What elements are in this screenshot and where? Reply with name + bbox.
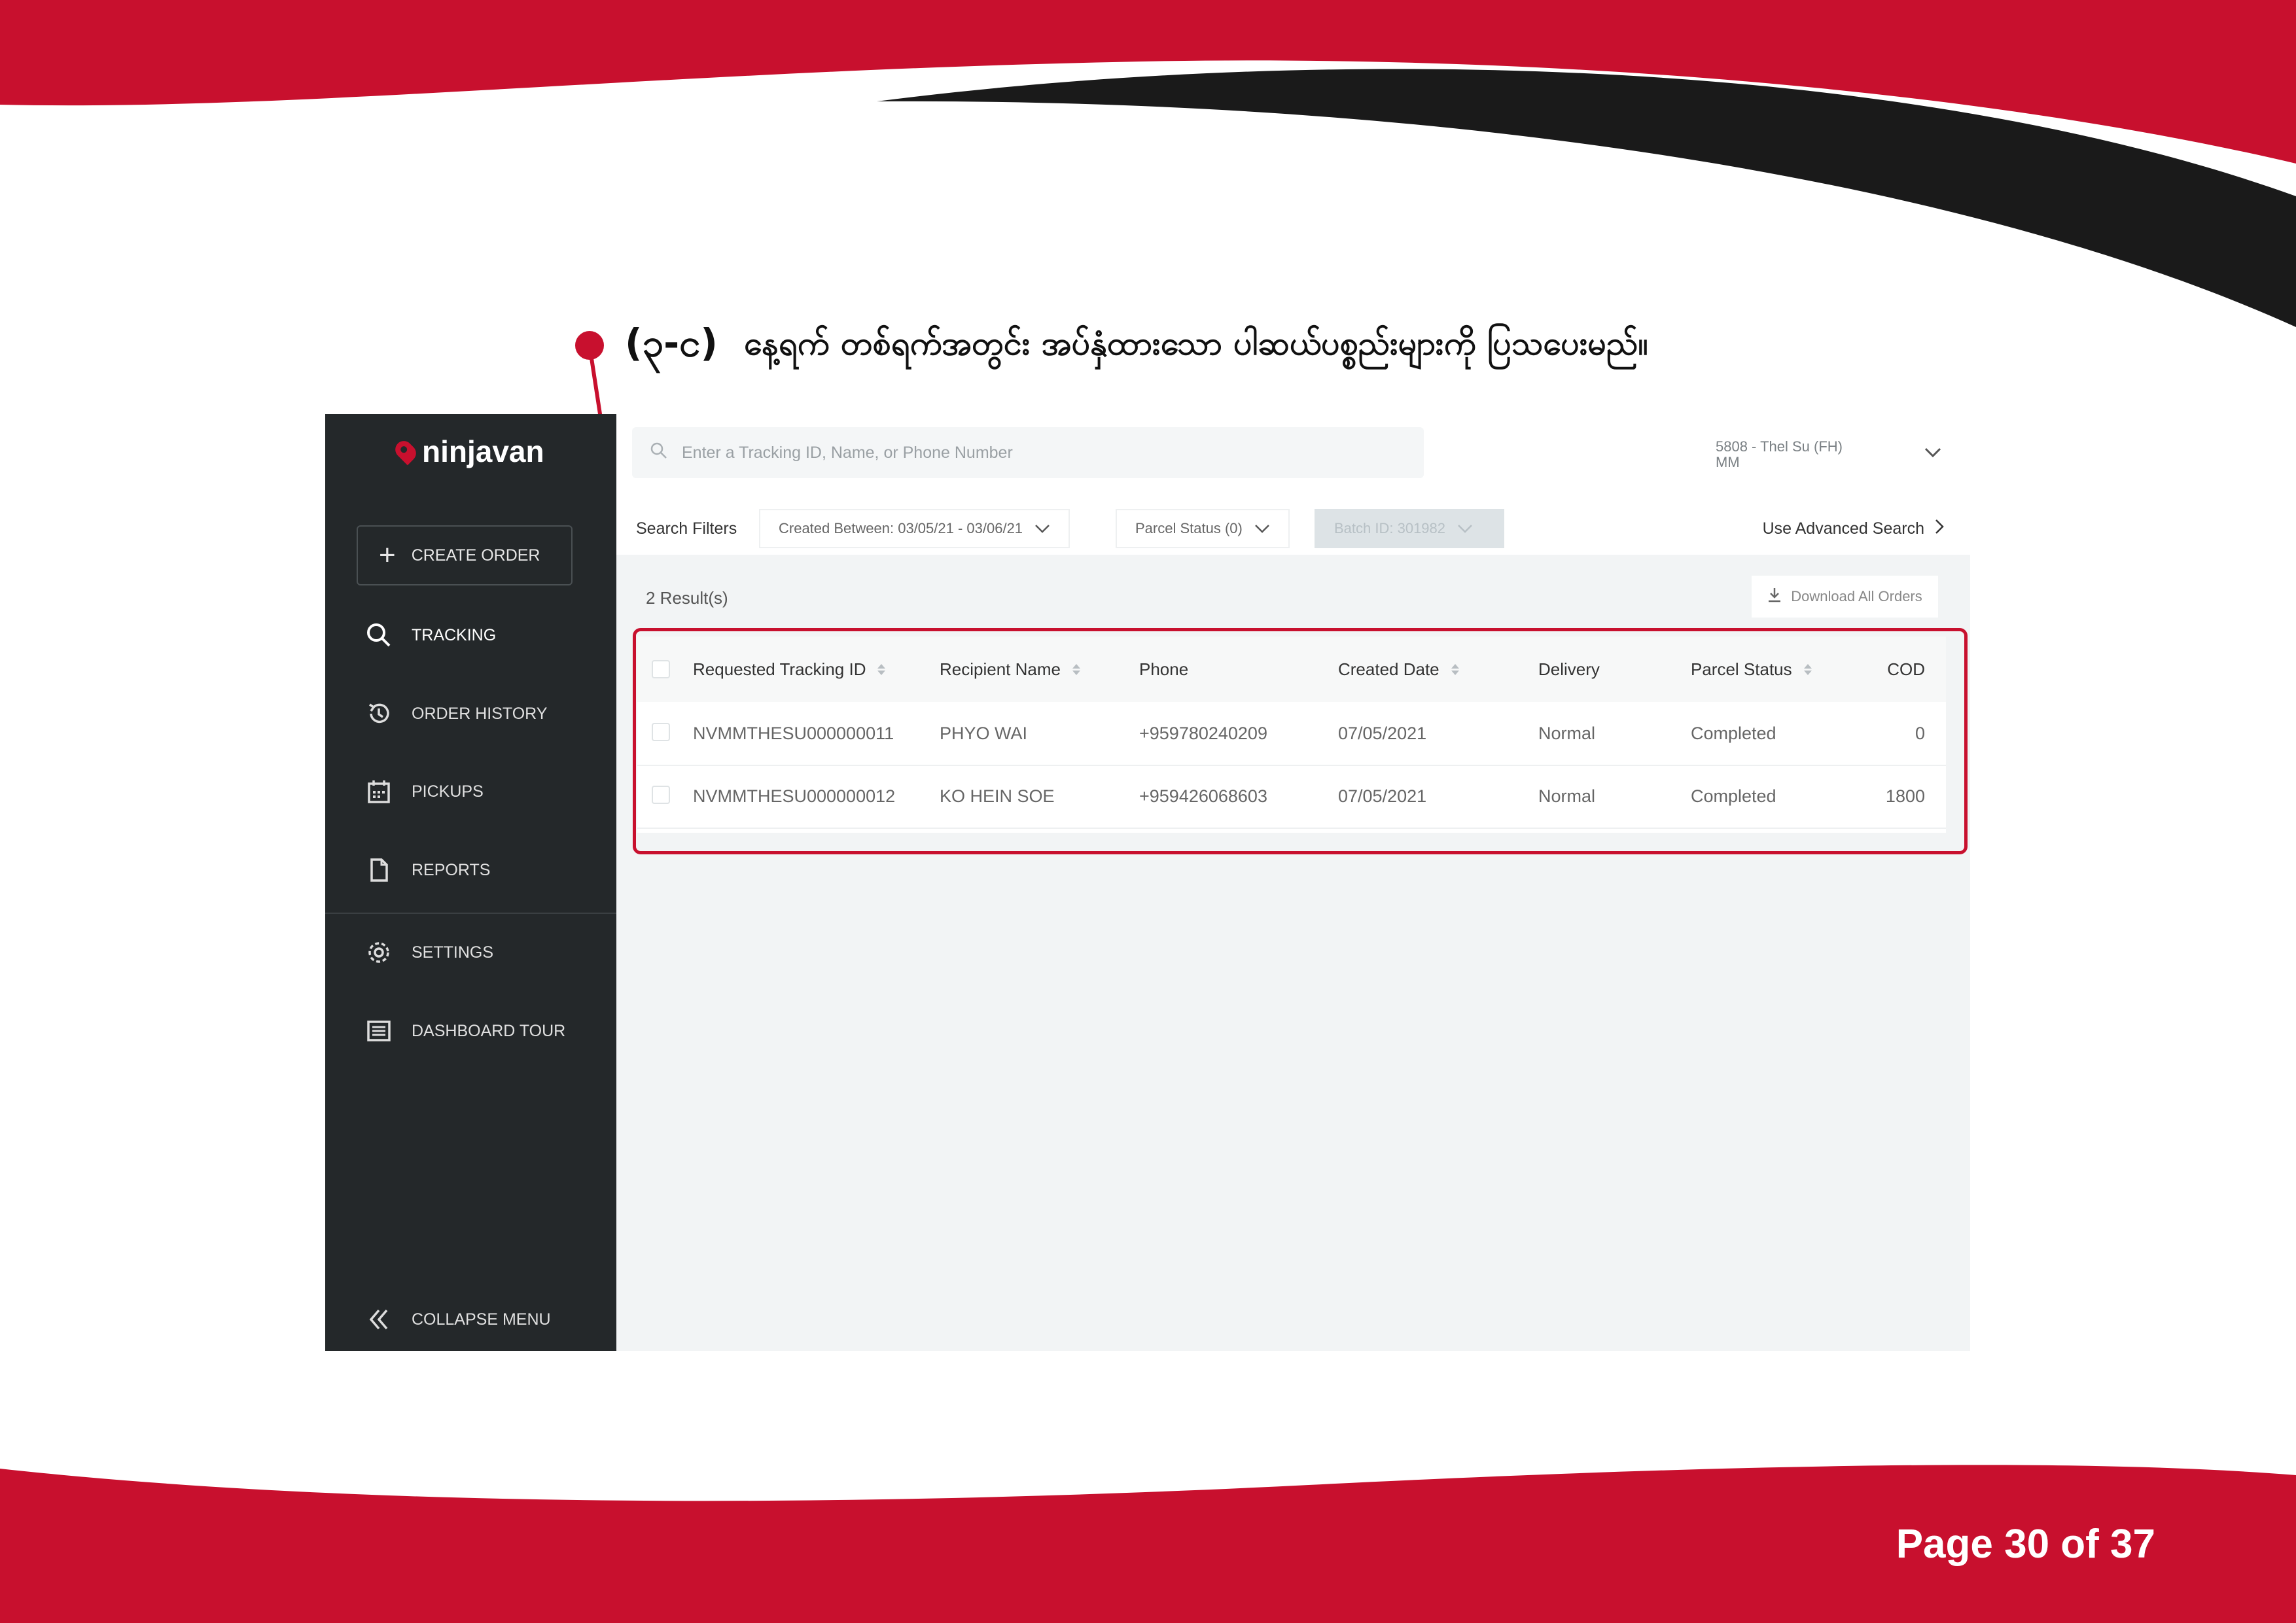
sidebar-item-order-history[interactable]: ORDER HISTORY <box>364 699 547 728</box>
advanced-search-link[interactable]: Use Advanced Search <box>1763 519 1944 539</box>
double-chevron-left-icon <box>364 1305 393 1334</box>
search-input[interactable]: Enter a Tracking ID, Name, or Phone Numb… <box>632 427 1424 478</box>
sidebar-divider <box>325 913 616 914</box>
list-icon <box>364 1017 393 1045</box>
chevron-down-icon[interactable] <box>1924 447 1942 461</box>
instruction-heading: (၃-င) နေ့ရက် တစ်ရက်အတွင်း အပ်နှံထားသော ပ… <box>625 314 1648 379</box>
search-placeholder: Enter a Tracking ID, Name, or Phone Numb… <box>682 443 1013 462</box>
results-highlight-box <box>633 628 1968 854</box>
sidebar-item-tracking[interactable]: TRACKING <box>364 621 496 650</box>
sidebar-item-settings[interactable]: SETTINGS <box>364 938 493 967</box>
download-all-orders-button[interactable]: Download All Orders <box>1752 576 1938 618</box>
calendar-icon <box>364 777 393 806</box>
download-icon <box>1767 587 1782 606</box>
pin-icon <box>391 437 420 466</box>
created-between-filter[interactable]: Created Between: 03/05/21 - 03/06/21 <box>759 509 1070 548</box>
batch-id-filter[interactable]: Batch ID: 301982 <box>1315 509 1504 548</box>
parcel-status-filter[interactable]: Parcel Status (0) <box>1116 509 1290 548</box>
parcel-status-label: Parcel Status (0) <box>1135 520 1243 536</box>
search-icon <box>364 621 393 650</box>
account-country: MM <box>1716 454 1740 470</box>
step-number: (၃-င) <box>625 320 718 365</box>
result-count: 2 Result(s) <box>646 588 728 608</box>
sidebar-item-label: PICKUPS <box>412 782 484 801</box>
step-text: နေ့ရက် တစ်ရက်အတွင်း အပ်နှံထားသော ပါဆယ်ပစ… <box>743 324 1648 362</box>
chevron-down-icon <box>1254 520 1270 537</box>
search-filters-label: Search Filters <box>636 519 737 538</box>
sidebar-item-dashboard-tour[interactable]: DASHBOARD TOUR <box>364 1017 565 1045</box>
logo-text: ninjavan <box>422 434 544 468</box>
account-name: 5808 - Thel Su (FH) <box>1716 438 1843 455</box>
sidebar: ninjavan + CREATE ORDER TRACKING ORDER H… <box>325 414 616 1351</box>
collapse-menu-button[interactable]: COLLAPSE MENU <box>364 1305 551 1334</box>
ninjavan-logo: ninjavan <box>391 434 544 469</box>
account-selector[interactable]: 5808 - Thel Su (FH) MM <box>1716 439 1843 470</box>
sidebar-item-label: ORDER HISTORY <box>412 704 548 723</box>
create-order-button[interactable]: + CREATE ORDER <box>357 525 573 585</box>
sidebar-item-label: TRACKING <box>412 625 497 644</box>
create-order-label: CREATE ORDER <box>411 546 540 565</box>
download-label: Download All Orders <box>1791 588 1922 604</box>
app-screenshot: ninjavan + CREATE ORDER TRACKING ORDER H… <box>325 414 1970 1351</box>
advanced-search-label: Use Advanced Search <box>1762 519 1924 538</box>
batch-id-label: Batch ID: 301982 <box>1334 520 1446 536</box>
created-between-label: Created Between: 03/05/21 - 03/06/21 <box>779 520 1023 536</box>
sidebar-item-label: SETTINGS <box>412 943 494 962</box>
sidebar-item-reports[interactable]: REPORTS <box>364 856 490 884</box>
chevron-down-icon <box>1034 520 1050 537</box>
search-filters-bar: Search Filters Created Between: 03/05/21… <box>616 502 1970 555</box>
page-number: Page 30 of 37 <box>1896 1522 2155 1567</box>
gear-icon <box>364 938 393 967</box>
main-content: Enter a Tracking ID, Name, or Phone Numb… <box>616 414 1970 1351</box>
search-icon <box>650 442 667 464</box>
chevron-right-icon <box>1935 519 1944 539</box>
history-icon <box>364 699 393 728</box>
sidebar-item-label: DASHBOARD TOUR <box>412 1021 566 1040</box>
chevron-down-icon <box>1457 520 1473 537</box>
plus-icon: + <box>379 539 396 571</box>
sidebar-item-pickups[interactable]: PICKUPS <box>364 777 484 806</box>
top-bar: Enter a Tracking ID, Name, or Phone Numb… <box>616 414 1970 555</box>
document-icon <box>364 856 393 884</box>
collapse-menu-label: COLLAPSE MENU <box>412 1310 551 1329</box>
sidebar-item-label: REPORTS <box>412 860 491 879</box>
